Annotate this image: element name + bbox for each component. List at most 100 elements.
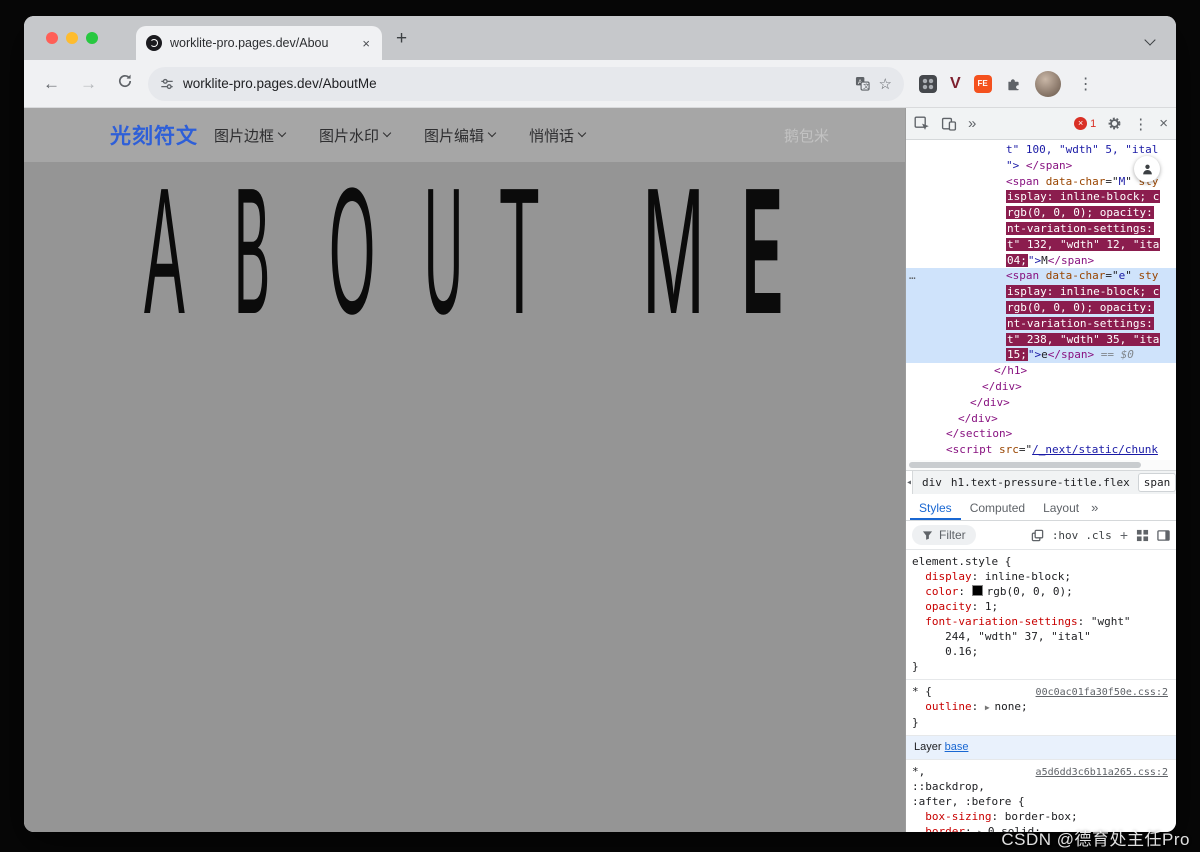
inspect-element-icon[interactable] [914, 116, 930, 132]
dom-tree-line[interactable]: 15;">e</span> == $0 [906, 347, 1176, 364]
style-rule[interactable]: *, a5d6dd3c6b11a265.css:2::backdrop,:afte… [906, 760, 1176, 832]
more-tabs-icon[interactable]: » [1091, 500, 1098, 515]
dom-tree-line[interactable]: t" 132, "wdth" 12, "ita [906, 237, 1176, 253]
traffic-lights [46, 32, 98, 44]
nav-item[interactable]: 悄悄话 [529, 125, 587, 146]
dom-tree-line[interactable]: nt-variation-settings: [906, 221, 1176, 237]
styles-filter-bar: Filter :hov .cls + [906, 521, 1176, 550]
site-settings-icon[interactable] [160, 77, 174, 91]
breadcrumb: ◂ divh1.text-pressure-title.flexspan ▸ [906, 470, 1176, 494]
stylesheet-link[interactable]: a5d6dd3c6b11a265.css:2 [1036, 765, 1168, 780]
nav-item[interactable]: 图片水印 [319, 125, 392, 146]
dom-tree-line[interactable]: isplay: inline-block; c [906, 189, 1176, 205]
bookmark-star-icon[interactable]: ☆ [879, 75, 892, 93]
back-button[interactable]: ← [34, 74, 69, 94]
nav-item[interactable]: 图片编辑 [424, 125, 497, 146]
profile-avatar[interactable] [1034, 70, 1061, 97]
tab-title: worklite-pro.pages.dev/Abou [170, 36, 329, 50]
horizontal-scrollbar[interactable] [906, 460, 1176, 470]
new-tab-button[interactable]: + [396, 28, 407, 50]
devtools-menu-icon[interactable]: ⋮ [1133, 115, 1148, 133]
reload-button[interactable] [108, 73, 142, 94]
site-logo[interactable]: 光刻符文 [110, 120, 198, 150]
maximize-window-button[interactable] [86, 32, 98, 44]
tab-strip: worklite-pro.pages.dev/Abou × + [24, 16, 1176, 60]
dom-tree-line[interactable]: t" 238, "wdth" 35, "ita [906, 331, 1176, 348]
devtools-tabs: Styles Computed Layout [910, 495, 1088, 520]
layer-row: Layer base [906, 736, 1176, 760]
style-rule[interactable]: * {00c0ac01fa30f50e.css:2 outline: ▶ non… [906, 680, 1176, 736]
dom-tree-line[interactable]: </section> [906, 426, 1176, 442]
filter-placeholder: Filter [939, 528, 966, 542]
dom-tree-line[interactable]: rgb(0, 0, 0); opacity: [906, 205, 1176, 221]
devtools-tab-layout[interactable]: Layout [1034, 495, 1088, 520]
dom-tree-line[interactable]: </h1> [906, 363, 1176, 379]
extension-v-icon[interactable]: V [950, 75, 961, 93]
devtools-settings-icon[interactable] [1107, 116, 1122, 131]
extensions-puzzle-icon[interactable] [1005, 75, 1022, 92]
nav-right-link[interactable]: 鹅包米 [784, 125, 829, 146]
style-toggles: :hov .cls [1052, 529, 1112, 542]
devtools-tab-styles[interactable]: Styles [910, 495, 961, 520]
dom-tree-line[interactable]: <script src="/_next/static/chunk [906, 442, 1176, 458]
styles-pane: element.style { display: inline-block; c… [906, 550, 1176, 832]
stylesheet-link[interactable]: 00c0ac01fa30f50e.css:2 [1036, 685, 1168, 700]
devtools-panel: » × 1 ⋮ × t" 100, "wdth" 5, "ital "> </sp… [905, 108, 1176, 832]
close-window-button[interactable] [46, 32, 58, 44]
style-rule[interactable]: element.style { display: inline-block; c… [906, 550, 1176, 680]
devtools-tab-computed[interactable]: Computed [961, 495, 1034, 520]
hero-title: ABOUTME [144, 151, 783, 352]
extension-fe-icon[interactable]: FE [973, 74, 992, 93]
omnibox[interactable]: worklite-pro.pages.dev/AboutMe A文 ☆ [148, 66, 904, 101]
dom-tree-line[interactable]: nt-variation-settings: [906, 315, 1176, 332]
nav-items: 图片边框 图片水印 图片编辑 悄悄话 [214, 125, 587, 146]
dom-tree-line[interactable]: </div> [906, 379, 1176, 395]
layers-icon[interactable] [1031, 529, 1044, 542]
grid-icon[interactable] [1136, 529, 1149, 542]
layer-link[interactable]: base [945, 741, 969, 753]
console-error-badge[interactable]: × 1 [1074, 117, 1096, 130]
toggle-hov[interactable]: :hov [1052, 529, 1079, 542]
site-favicon-icon [146, 35, 162, 51]
dom-tree-line[interactable]: t" 100, "wdth" 5, "ital [906, 142, 1176, 158]
device-toolbar-icon[interactable] [941, 116, 957, 132]
browser-window: worklite-pro.pages.dev/Abou × + ← → work… [24, 16, 1176, 832]
new-style-rule-icon[interactable]: + [1120, 527, 1128, 543]
content-area: 光刻符文 图片边框 图片水印 图片编辑 悄悄话 鹅包米 ABOUTME » × 1 [24, 108, 1176, 832]
dom-tree-line[interactable]: </div> [906, 395, 1176, 411]
dom-tree-line[interactable]: 04;">M</span> [906, 253, 1176, 269]
browser-tab[interactable]: worklite-pro.pages.dev/Abou × [136, 26, 382, 60]
devtools-close-icon[interactable]: × [1159, 115, 1168, 132]
browser-toolbar: ← → worklite-pro.pages.dev/AboutMe A文 ☆ … [24, 60, 1176, 108]
dom-tree-line[interactable]: rgb(0, 0, 0); opacity: [906, 299, 1176, 316]
reload-icon [119, 74, 132, 88]
more-panels-icon[interactable]: » [968, 115, 976, 132]
breadcrumb-left-arrow[interactable]: ◂ [906, 471, 914, 494]
url-text[interactable]: worklite-pro.pages.dev/AboutMe [183, 76, 846, 91]
devtools-tabbar: Styles Computed Layout » [906, 494, 1176, 521]
filter-input[interactable]: Filter [912, 525, 976, 545]
extension-icons: V FE ⋮ [919, 70, 1098, 97]
sidebar-toggle-icon[interactable] [1157, 529, 1170, 542]
accessibility-person-icon[interactable] [1134, 156, 1160, 182]
forward-button[interactable]: → [71, 74, 106, 94]
dom-tree-line[interactable]: isplay: inline-block; c [906, 284, 1176, 300]
tab-close-icon[interactable]: × [360, 36, 372, 51]
toggle-cls[interactable]: .cls [1085, 529, 1112, 542]
extension-grid-icon[interactable] [919, 74, 937, 93]
dom-tree-line[interactable]: … <span data-char="e" sty [906, 268, 1176, 285]
scrollbar-thumb[interactable] [909, 462, 1142, 468]
nav-item[interactable]: 图片边框 [214, 125, 287, 146]
tab-search-button[interactable] [1140, 31, 1160, 51]
breadcrumb-item[interactable]: h1.text-pressure-title.flex [951, 476, 1130, 489]
watermark: CSDN @德育处主任Pro [1001, 830, 1190, 849]
color-swatch[interactable] [971, 585, 983, 596]
dom-tree-line[interactable]: </div> [906, 411, 1176, 427]
minimize-window-button[interactable] [66, 32, 78, 44]
funnel-icon [922, 530, 933, 540]
translate-icon[interactable]: A文 [855, 76, 870, 91]
breadcrumb-item[interactable]: div [922, 476, 942, 489]
elements-tree: t" 100, "wdth" 5, "ital "> </span> <span d… [906, 140, 1176, 460]
browser-menu-icon[interactable]: ⋮ [1074, 74, 1098, 94]
breadcrumb-item[interactable]: span [1138, 474, 1176, 491]
